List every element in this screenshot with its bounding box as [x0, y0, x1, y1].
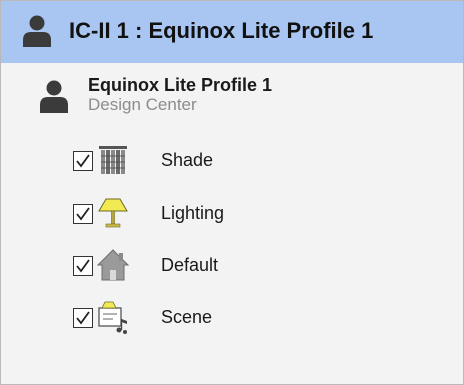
- tree-item-lighting[interactable]: Lighting: [69, 196, 369, 230]
- lighting-checkbox[interactable]: [73, 204, 93, 224]
- default-checkbox[interactable]: [73, 256, 93, 276]
- tree-item-shade[interactable]: Shade: [69, 143, 369, 177]
- lamp-icon: [97, 196, 129, 230]
- tree-header-selected[interactable]: IC-II 1 : Equinox Lite Profile 1: [1, 1, 463, 63]
- house-icon: [96, 248, 130, 282]
- tree-item-label: Default: [161, 255, 219, 275]
- tree-item-scene[interactable]: Scene: [69, 300, 369, 334]
- profile-name: Equinox Lite Profile 1: [88, 75, 273, 95]
- tree-item-label: Lighting: [161, 203, 225, 223]
- profile-node[interactable]: Equinox Lite Profile 1 Design Center: [1, 63, 463, 123]
- header-title: IC-II 1 : Equinox Lite Profile 1: [69, 18, 374, 43]
- tree-item-label: Scene: [161, 307, 213, 327]
- scene-icon: [97, 300, 129, 334]
- scene-checkbox[interactable]: [73, 308, 93, 328]
- shade-checkbox[interactable]: [73, 151, 93, 171]
- shade-icon: [97, 143, 129, 177]
- profile-subtitle: Design Center: [88, 95, 197, 114]
- person-icon: [37, 79, 71, 120]
- profile-tree-panel: IC-II 1 : Equinox Lite Profile 1 Equinox…: [0, 0, 464, 385]
- tree-item-default[interactable]: Default: [69, 248, 369, 282]
- tree-item-label: Shade: [161, 150, 214, 170]
- person-icon: [19, 13, 55, 54]
